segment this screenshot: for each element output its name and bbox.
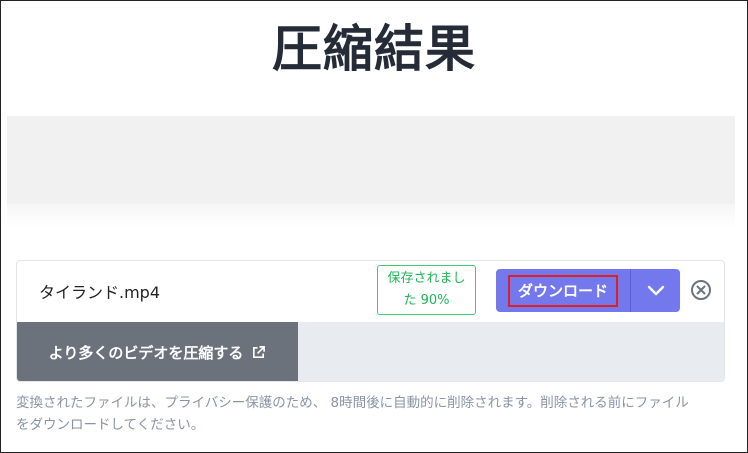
external-link-icon bbox=[253, 346, 266, 359]
notice-line-2: をダウンロードしてください。 bbox=[16, 417, 205, 433]
download-button[interactable]: ダウンロード bbox=[496, 269, 631, 312]
remove-file-button[interactable] bbox=[691, 280, 711, 300]
result-card: タイランド.mp4 保存されまし た 90% ダウンロード より多くのビデオを圧… bbox=[16, 260, 725, 382]
ad-placeholder bbox=[7, 116, 735, 204]
saved-line-1: 保存されまし bbox=[387, 271, 466, 286]
download-button-group: ダウンロード bbox=[496, 269, 680, 312]
download-label: ダウンロード bbox=[507, 274, 618, 307]
saved-line-2: た 90% bbox=[403, 293, 450, 308]
card-footer-fill bbox=[298, 322, 724, 381]
saved-percent-badge: 保存されまし た 90% bbox=[377, 265, 476, 315]
compress-more-label: より多くのビデオを圧縮する bbox=[48, 344, 244, 362]
compress-more-button[interactable]: より多くのビデオを圧縮する bbox=[17, 322, 298, 381]
close-icon bbox=[696, 285, 706, 295]
download-options-button[interactable] bbox=[631, 269, 680, 312]
chevron-down-icon bbox=[647, 285, 664, 295]
page-title: 圧縮結果 bbox=[272, 20, 476, 78]
notice-line-1: 変換されたファイルは、プライバシー保護のため、 8時間後に自動的に削除されます。… bbox=[16, 395, 689, 411]
deletion-notice: 変換されたファイルは、プライバシー保護のため、 8時間後に自動的に削除されます。… bbox=[16, 392, 728, 436]
ad-fade bbox=[7, 204, 735, 228]
file-name: タイランド.mp4 bbox=[39, 283, 161, 302]
